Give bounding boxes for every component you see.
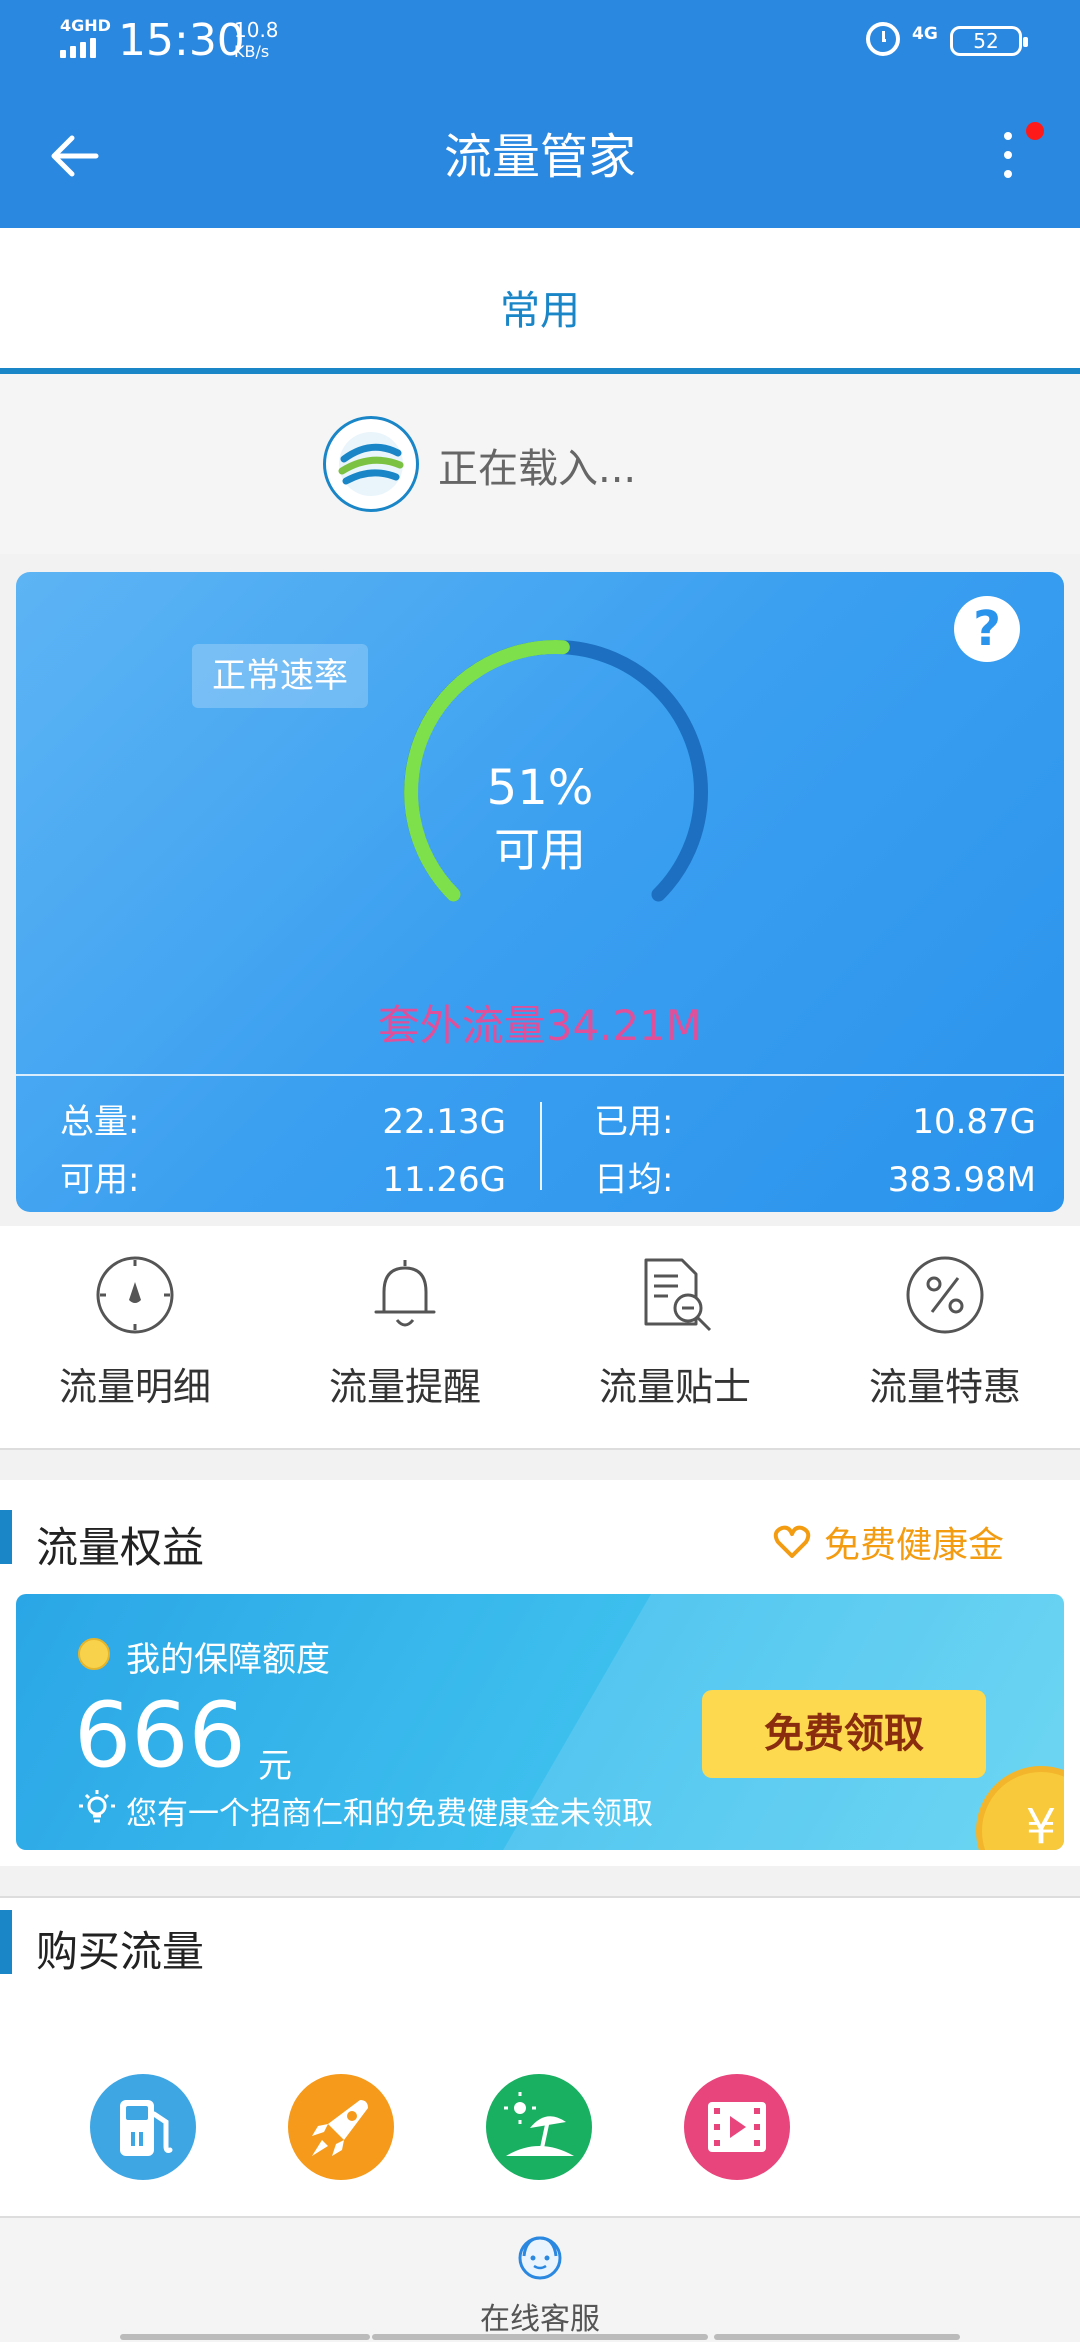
help-icon[interactable]: ?: [954, 596, 1020, 662]
shortcut-label: 流量贴士: [598, 1365, 751, 1409]
battery-icon: 52: [950, 26, 1028, 56]
buy-data-section: 购买流量: [0, 1896, 1080, 2218]
shortcut-usage-details[interactable]: 流量明细: [0, 1252, 270, 1411]
health-link-label: 免费健康金: [824, 1525, 1005, 1566]
buy-title: 购买流量: [36, 1927, 205, 1976]
more-vertical-icon: [1004, 132, 1012, 140]
more-button[interactable]: [990, 126, 1026, 196]
free-health-fund-link[interactable]: 免费健康金: [772, 1516, 1004, 1568]
gesture-bar: [372, 2334, 708, 2340]
shortcut-usage-alert[interactable]: 流量提醒: [270, 1252, 540, 1411]
daily-label: 日均:: [594, 1160, 674, 1200]
heart-icon: [773, 1525, 811, 1558]
shortcut-label: 流量特惠: [868, 1365, 1021, 1409]
overage-text: 套外流量34.21M: [377, 1001, 703, 1050]
signal-icon: [60, 38, 96, 58]
card-divider: [16, 1074, 1064, 1076]
daily-value: 383.98M: [887, 1160, 1036, 1200]
rate-badge: 正常速率: [192, 644, 368, 708]
operator-loading-text: 正在载入...: [438, 446, 637, 492]
claim-button[interactable]: 免费领取: [702, 1690, 986, 1778]
used-label: 已用:: [594, 1102, 674, 1142]
banner-tip: 您有一个招商仁和的免费健康金未领取: [126, 1796, 653, 1832]
coin-icon: [78, 1638, 110, 1670]
app-header: 流量管家: [0, 82, 1080, 228]
customer-service-label[interactable]: 在线客服: [0, 2294, 1080, 2338]
tab-common[interactable]: 常用: [0, 278, 1080, 336]
section-accent: [0, 1910, 12, 1974]
network-type: 4GHD: [60, 16, 111, 35]
bell-icon: [374, 1260, 436, 1327]
usage-card: ? 正常速率 51% 可用 套外流量34.21M 总量: 22.13G 可用: …: [16, 572, 1064, 1212]
banner-label: 我的保障额度: [126, 1640, 330, 1680]
available-percent: 51%: [486, 760, 594, 816]
clock: 15:30: [118, 15, 245, 66]
coverage-unit: 元: [258, 1746, 292, 1786]
compass-icon: [96, 1256, 174, 1334]
shortcut-label: 流量提醒: [328, 1365, 481, 1409]
benefits-section: 流量权益 免费健康金 我的保障额度 666 元 您有一个招商仁和的免费健康金未领…: [0, 1480, 1080, 1866]
network-speed: 10.8: [234, 18, 279, 42]
tab-bar: 常用: [0, 228, 1080, 374]
document-search-icon: [644, 1258, 712, 1332]
used-value: 10.87G: [912, 1102, 1036, 1142]
bottom-nav: 在线客服: [0, 2216, 1080, 2342]
video-icon[interactable]: [684, 2074, 790, 2180]
section-accent: [0, 1510, 12, 1564]
available-label: 可用: [494, 823, 586, 877]
rocket-icon[interactable]: [288, 2074, 394, 2180]
notification-dot: [1026, 122, 1044, 140]
gesture-bar: [120, 2334, 370, 2340]
shortcut-usage-deals[interactable]: 流量特惠: [810, 1252, 1080, 1411]
beach-icon[interactable]: [486, 2074, 592, 2180]
shortcut-grid: 流量明细 流量提醒 流量贴士 流量特惠: [0, 1226, 1080, 1450]
page-title: 流量管家: [443, 129, 636, 185]
network-type-right: 4G: [912, 24, 938, 44]
customer-service-icon[interactable]: [512, 2230, 568, 2286]
percent-icon: [906, 1256, 984, 1334]
operator-row: 正在载入...: [0, 374, 1080, 554]
shortcut-usage-tips[interactable]: 流量贴士: [540, 1252, 810, 1411]
total-label: 总量:: [60, 1102, 140, 1142]
shortcut-label: 流量明细: [58, 1365, 211, 1409]
alarm-icon: [866, 22, 900, 56]
status-bar: 4GHD 15:30 10.8 KB/s 4G 52: [0, 0, 1080, 82]
available-stat-label: 可用:: [60, 1160, 140, 1200]
available-stat-value: 11.26G: [382, 1160, 506, 1200]
health-fund-banner[interactable]: 我的保障额度 666 元 您有一个招商仁和的免费健康金未领取 免费领取 ¥: [16, 1594, 1064, 1850]
china-mobile-logo-icon: [323, 416, 419, 512]
stats-divider: [540, 1102, 542, 1190]
lightbulb-icon: [79, 1790, 115, 1823]
benefits-title: 流量权益: [36, 1523, 205, 1572]
coverage-amount: 666: [74, 1683, 246, 1788]
total-value: 22.13G: [382, 1102, 506, 1142]
network-speed-unit: KB/s: [234, 42, 270, 61]
gesture-bar: [714, 2334, 960, 2340]
gas-station-icon[interactable]: [90, 2074, 196, 2180]
